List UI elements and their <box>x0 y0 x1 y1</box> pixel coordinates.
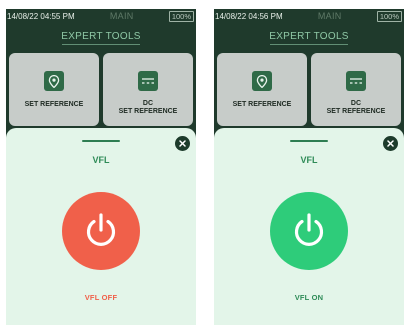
close-icon <box>387 140 394 147</box>
vfl-state-label: VFL ON <box>294 293 324 302</box>
location-pin-icon <box>44 71 64 91</box>
vfl-power-button[interactable] <box>270 192 348 270</box>
title-underline <box>62 44 140 45</box>
status-bar: 14/08/22 04:55 PM MAIN 100% <box>6 9 196 23</box>
dc-symbol-icon <box>138 71 158 91</box>
sheet-drag-handle[interactable] <box>82 140 120 142</box>
location-pin-icon <box>252 71 272 91</box>
section-title: EXPERT TOOLS <box>61 31 141 42</box>
set-reference-label: SET REFERENCE <box>232 101 292 108</box>
battery-indicator: 100% <box>376 10 402 22</box>
power-icon <box>86 213 116 246</box>
sheet-drag-handle[interactable] <box>290 140 328 142</box>
phone-screen-vfl-on: 14/08/22 04:56 PM MAIN 100% EXPERT TOOLS… <box>214 9 404 325</box>
set-reference-tile[interactable]: SET REFERENCE <box>217 53 307 126</box>
close-button[interactable] <box>175 136 190 151</box>
status-bar: 14/08/22 04:56 PM MAIN 100% <box>214 9 404 23</box>
set-reference-tile[interactable]: SET REFERENCE <box>9 53 99 126</box>
status-datetime: 14/08/22 04:55 PM <box>7 11 75 21</box>
dc-set-reference-label: DC SET REFERENCE <box>326 100 386 115</box>
section-title: EXPERT TOOLS <box>269 31 349 42</box>
comparison-stage: 14/08/22 04:55 PM MAIN 100% EXPERT TOOLS… <box>0 0 404 325</box>
sheet-title: VFL <box>92 155 110 165</box>
vfl-bottom-sheet: VFL VFL ON <box>214 128 404 325</box>
dc-set-reference-tile[interactable]: DC SET REFERENCE <box>103 53 193 126</box>
dc-set-reference-label: DC SET REFERENCE <box>118 100 178 115</box>
dc-symbol-icon <box>346 71 366 91</box>
vfl-power-button[interactable] <box>62 192 140 270</box>
set-reference-label: SET REFERENCE <box>24 101 84 108</box>
status-datetime: 14/08/22 04:56 PM <box>215 11 283 21</box>
dc-set-reference-tile[interactable]: DC SET REFERENCE <box>311 53 401 126</box>
title-underline <box>270 44 348 45</box>
status-mode: MAIN <box>317 11 342 21</box>
vfl-bottom-sheet: VFL VFL OFF <box>6 128 196 325</box>
close-icon <box>179 140 186 147</box>
phone-screen-vfl-off: 14/08/22 04:55 PM MAIN 100% EXPERT TOOLS… <box>6 9 196 325</box>
sheet-title: VFL <box>300 155 318 165</box>
power-icon <box>294 213 324 246</box>
vfl-state-label: VFL OFF <box>84 293 118 302</box>
battery-indicator: 100% <box>168 10 194 22</box>
status-mode: MAIN <box>109 11 134 21</box>
close-button[interactable] <box>383 136 398 151</box>
